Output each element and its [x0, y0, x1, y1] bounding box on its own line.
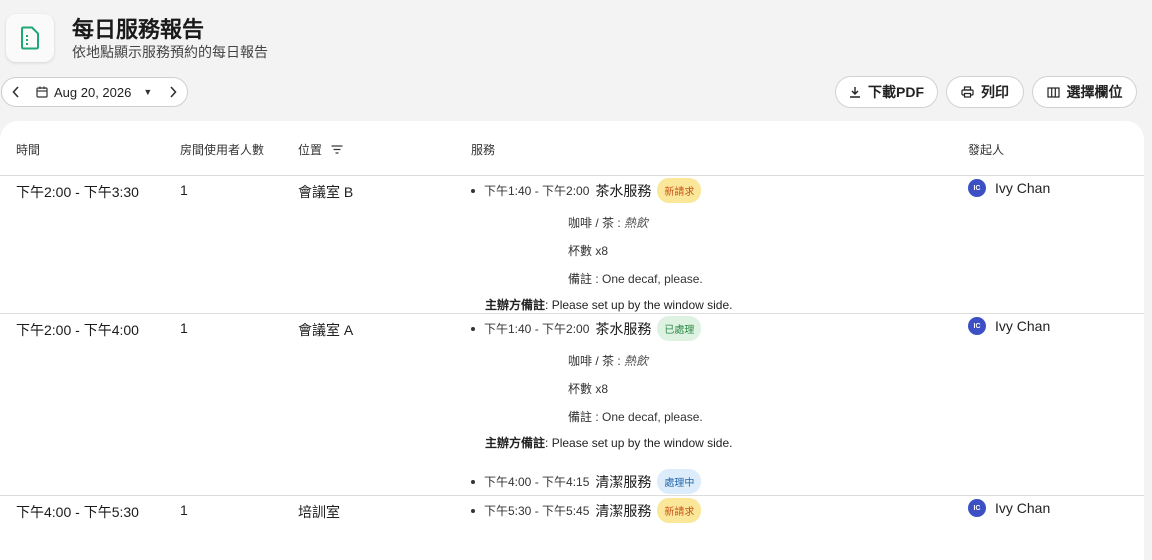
download-pdf-label: 下載PDF — [868, 84, 924, 100]
status-badge: 已處理 — [657, 316, 702, 341]
service-name: 茶水服務 — [595, 320, 652, 337]
report-icon — [21, 26, 39, 50]
bullet — [471, 188, 475, 193]
requester[interactable]: IC Ivy Chan — [968, 317, 1050, 335]
detail-value: 熱飲 — [624, 216, 649, 230]
service-name: 茶水服務 — [595, 182, 652, 199]
requester-name: Ivy Chan — [995, 500, 1051, 516]
service-detail-note: 備註 : One decaf, please. — [568, 272, 703, 286]
print-button[interactable]: 列印 — [946, 76, 1024, 108]
host-note: 主辦方備註: Please set up by the window side. — [485, 436, 733, 450]
chevron-right-icon — [170, 86, 177, 98]
status-badge: 處理中 — [657, 469, 702, 494]
host-note: 主辦方備註: Please set up by the window side. — [485, 298, 733, 312]
occupant-count: 1 — [180, 320, 188, 336]
download-icon — [850, 87, 860, 98]
service-detail-item: 咖啡 / 茶 : 熱飲 — [568, 216, 649, 230]
service-detail-quantity: 杯數 x8 — [568, 242, 608, 259]
column-header-location[interactable]: 位置 — [298, 141, 343, 158]
date-value: Aug 20, 2026 — [54, 84, 132, 100]
service-item: 下午4:00 - 下午4:15 清潔服務 處理中 — [471, 469, 702, 494]
page-subtitle: 依地點顯示服務預約的每日報告 — [72, 44, 268, 60]
location-name: 會議室 B — [298, 184, 354, 200]
detail-value: One decaf, please. — [602, 410, 703, 424]
requester-name: Ivy Chan — [995, 318, 1051, 334]
location-name: 培訓室 — [298, 504, 340, 520]
table-row[interactable]: 下午2:00 - 下午3:30 1 會議室 B 下午1:40 - 下午2:00 … — [0, 176, 1144, 314]
column-header-time: 時間 — [16, 143, 41, 157]
columns-icon — [1046, 86, 1060, 98]
print-label: 列印 — [981, 84, 1009, 100]
service-name: 清潔服務 — [595, 473, 652, 490]
bullet — [471, 326, 475, 331]
detail-value: 熱飲 — [624, 354, 649, 368]
detail-label: 備註 — [568, 410, 593, 424]
column-header-service: 服務 — [471, 143, 496, 157]
detail-value: x8 — [595, 244, 609, 258]
detail-label: 咖啡 / 茶 — [568, 354, 615, 368]
date-picker: Aug 20, 2026 ▼ — [1, 77, 188, 107]
column-header-location-label: 位置 — [298, 143, 323, 157]
select-columns-label: 選擇欄位 — [1066, 84, 1123, 100]
service-detail-quantity: 杯數 x8 — [568, 380, 608, 397]
detail-label: 杯數 — [568, 244, 593, 258]
app-logo — [6, 14, 54, 62]
avatar: IC — [968, 179, 986, 197]
table-row[interactable]: 下午4:00 - 下午5:30 1 培訓室 下午5:30 - 下午5:45 清潔… — [0, 496, 1144, 560]
select-columns-button[interactable]: 選擇欄位 — [1032, 76, 1137, 108]
page-title: 每日服務報告 — [72, 17, 205, 42]
status-badge: 新請求 — [657, 498, 702, 523]
service-time: 下午1:40 - 下午2:00 — [484, 322, 590, 336]
service-time: 下午5:30 - 下午5:45 — [484, 504, 590, 518]
detail-value: One decaf, please. — [602, 272, 703, 286]
host-note-label: 主辦方備註 — [485, 436, 546, 450]
detail-value: x8 — [595, 382, 609, 396]
service-name: 清潔服務 — [595, 502, 652, 519]
service-item: 下午5:30 - 下午5:45 清潔服務 新請求 — [471, 498, 702, 523]
avatar: IC — [968, 317, 986, 335]
booking-time: 下午2:00 - 下午3:30 — [16, 184, 139, 200]
service-detail-item: 咖啡 / 茶 : 熱飲 — [568, 354, 649, 368]
service-time: 下午1:40 - 下午2:00 — [484, 184, 590, 198]
status-badge: 新請求 — [657, 178, 702, 203]
calendar-icon — [36, 86, 48, 98]
printer-icon — [961, 86, 974, 98]
filter-icon[interactable] — [331, 145, 343, 154]
bullet — [471, 508, 475, 513]
next-day-button[interactable] — [159, 78, 187, 106]
requester[interactable]: IC Ivy Chan — [968, 179, 1050, 197]
date-selector[interactable]: Aug 20, 2026 ▼ — [30, 85, 159, 100]
avatar: IC — [968, 499, 986, 517]
detail-label: 杯數 — [568, 382, 593, 396]
requester[interactable]: IC Ivy Chan — [968, 499, 1050, 517]
service-item: 下午1:40 - 下午2:00 茶水服務 已處理 — [471, 316, 702, 341]
booking-time: 下午2:00 - 下午4:00 — [16, 322, 139, 338]
service-time: 下午4:00 - 下午4:15 — [484, 475, 590, 489]
column-header-requester: 發起人 — [968, 143, 1005, 157]
booking-time: 下午4:00 - 下午5:30 — [16, 504, 139, 520]
service-item: 下午1:40 - 下午2:00 茶水服務 新請求 — [471, 178, 702, 203]
service-detail-note: 備註 : One decaf, please. — [568, 410, 703, 424]
detail-label: 咖啡 / 茶 — [568, 216, 615, 230]
chevron-left-icon — [12, 86, 19, 98]
table-row[interactable]: 下午2:00 - 下午4:00 1 會議室 A 下午1:40 - 下午2:00 … — [0, 314, 1144, 496]
requester-name: Ivy Chan — [995, 180, 1051, 196]
column-header-occupants: 房間使用者人數 — [180, 143, 265, 157]
table-header: 時間 房間使用者人數 位置 服務 發起人 — [0, 121, 1144, 176]
occupant-count: 1 — [180, 182, 188, 198]
detail-label: 備註 — [568, 272, 593, 286]
host-note-label: 主辦方備註 — [485, 298, 546, 312]
host-note-value: Please set up by the window side. — [551, 436, 733, 450]
report-table: 時間 房間使用者人數 位置 服務 發起人 下午2:00 - 下午3:30 1 會… — [0, 121, 1144, 560]
occupant-count: 1 — [180, 502, 188, 518]
previous-day-button[interactable] — [2, 78, 30, 106]
caret-down-icon: ▼ — [143, 87, 153, 97]
location-name: 會議室 A — [298, 322, 354, 338]
host-note-value: Please set up by the window side. — [551, 298, 733, 312]
download-pdf-button[interactable]: 下載PDF — [835, 76, 938, 108]
bullet — [471, 479, 475, 484]
